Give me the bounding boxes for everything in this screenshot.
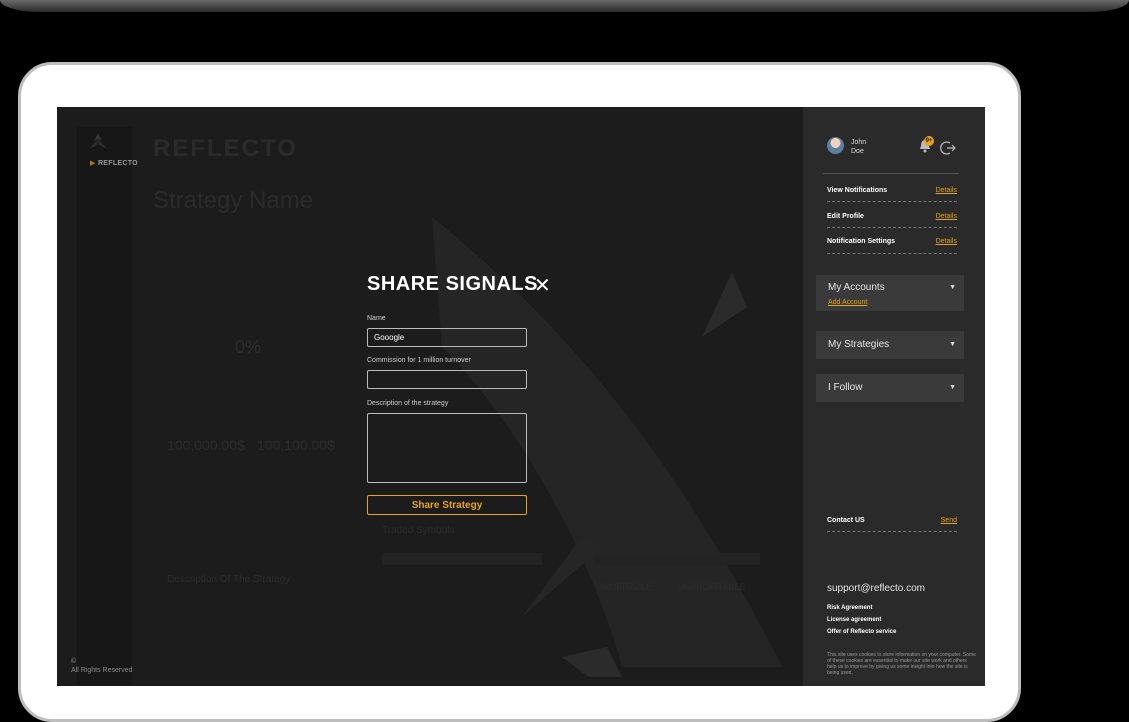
- description-label: Description of the strategy: [367, 400, 449, 407]
- user-name: John Doe: [851, 138, 891, 156]
- contact-us-row: Contact US Send: [827, 517, 957, 524]
- edit-profile-label: Edit Profile: [827, 213, 864, 220]
- notification-settings-label: Notification Settings: [827, 238, 896, 245]
- user-first-name: John: [851, 139, 867, 146]
- notification-badge: 9+: [924, 136, 934, 146]
- chevron-down-icon[interactable]: ▼: [949, 284, 956, 291]
- chevron-down-icon[interactable]: ▼: [949, 384, 956, 391]
- i-follow-label: I Follow: [828, 382, 863, 393]
- chevron-down-icon[interactable]: ▼: [949, 341, 956, 348]
- divider: [827, 253, 957, 254]
- modal-title: SHARE SIGNALS: [367, 273, 538, 295]
- user-last-name: Doe: [851, 148, 864, 155]
- divider: [827, 227, 957, 228]
- risk-agreement-link[interactable]: Risk Agreement: [827, 605, 872, 611]
- license-agreement-link[interactable]: License agreement: [827, 617, 881, 623]
- add-account-link[interactable]: Add Account: [828, 299, 867, 306]
- view-notifications-label: View Notifications: [827, 187, 888, 194]
- my-accounts-label: My Accounts: [828, 282, 885, 293]
- name-input[interactable]: [367, 328, 527, 347]
- divider: [827, 531, 957, 532]
- contact-send-link[interactable]: Send: [941, 517, 957, 524]
- logout-icon[interactable]: [940, 140, 956, 156]
- my-strategies-accordion[interactable]: My Strategies ▼: [816, 331, 964, 359]
- header-divider: [823, 173, 959, 174]
- close-icon[interactable]: ✕: [534, 273, 551, 298]
- support-email[interactable]: support@reflecto.com: [827, 583, 925, 594]
- offer-link[interactable]: Offer of Reflecto service: [827, 629, 896, 635]
- cookie-notice: This site uses cookies to store informat…: [827, 652, 976, 676]
- edit-profile-link[interactable]: Edit Profile Details: [827, 213, 957, 220]
- device-top-bezel: [0, 0, 1129, 12]
- name-label: Name: [367, 315, 386, 322]
- view-notifications-details[interactable]: Details: [936, 187, 957, 194]
- contact-us-label: Contact US: [827, 517, 865, 524]
- my-accounts-accordion[interactable]: My Accounts ▼ Add Account: [816, 275, 964, 311]
- divider: [827, 201, 957, 202]
- app-screen: ▶ REFLECTO REFLECTO Strategy Name 0% 100…: [57, 107, 985, 686]
- notification-settings-link[interactable]: Notification Settings Details: [827, 238, 957, 245]
- description-textarea[interactable]: [367, 413, 527, 483]
- i-follow-accordion[interactable]: I Follow ▼: [816, 374, 964, 402]
- right-panel: John Doe 9+ View Notifications Details E…: [803, 107, 985, 686]
- commission-label: Commission for 1 million turnover: [367, 357, 471, 364]
- view-notifications-link[interactable]: View Notifications Details: [827, 187, 957, 194]
- notification-settings-details[interactable]: Details: [936, 238, 957, 245]
- share-strategy-button[interactable]: Share Strategy: [367, 495, 527, 515]
- my-strategies-label: My Strategies: [828, 339, 890, 350]
- edit-profile-details[interactable]: Details: [936, 213, 957, 220]
- commission-input[interactable]: [367, 370, 527, 389]
- modal-backdrop[interactable]: [57, 107, 803, 686]
- avatar[interactable]: [827, 137, 844, 154]
